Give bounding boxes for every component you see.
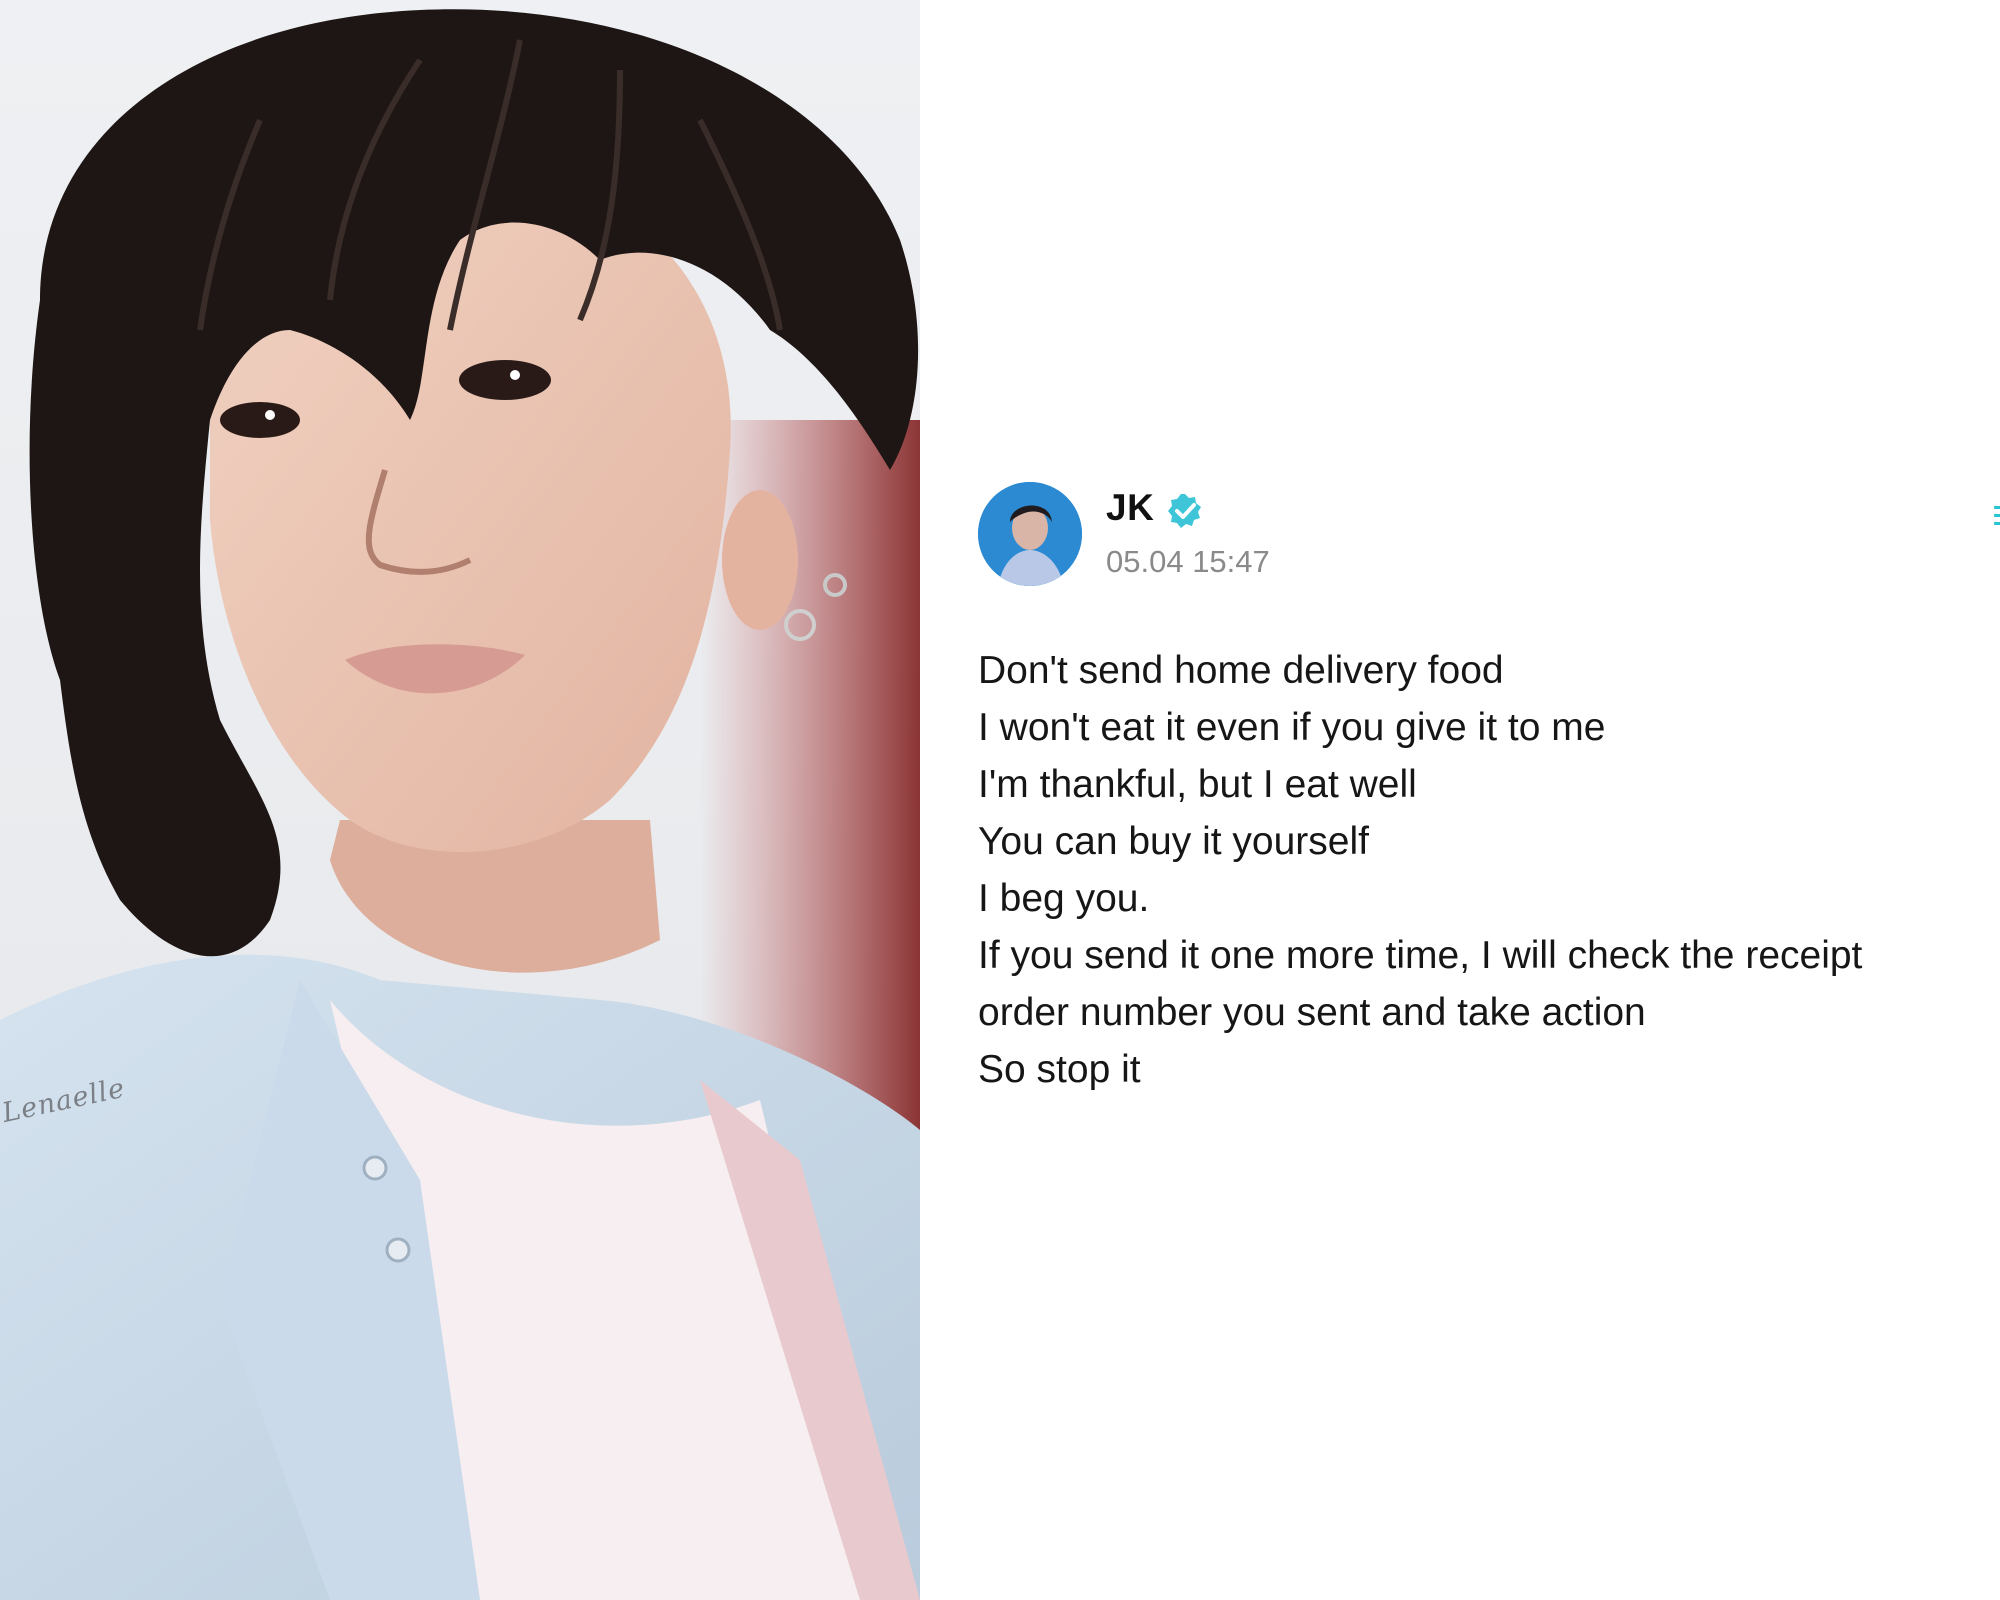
post-body: Don't send home delivery food I won't ea… [978,642,1998,1098]
post-line: Don't send home delivery food [978,649,1504,692]
post-line: I won't eat it even if you give it to me [978,706,1606,749]
post-line: You can buy it yourself [978,820,1369,863]
post-line: I'm thankful, but I eat well [978,763,1417,806]
more-options-icon[interactable] [1992,498,2000,532]
post-timestamp: 05.04 15:47 [1106,544,1270,579]
avatar[interactable] [978,482,1082,586]
post-line: If you send it one more time, I will che… [978,934,1863,977]
portrait-photo: Lenaelle [0,0,920,1600]
post-line: I beg you. [978,877,1150,920]
verified-badge-icon [1168,494,1201,528]
portrait-illustration [0,9,920,1600]
avatar-image [978,482,1082,586]
author-name[interactable]: JK [1106,487,1154,529]
post-line: So stop it [978,1048,1141,1091]
post-header: JK 05.04 15:47 [978,482,1958,592]
post-line: order number you sent and take action [978,991,1646,1034]
post-panel: JK 05.04 15:47 Don't send home delivery … [920,0,2000,1600]
